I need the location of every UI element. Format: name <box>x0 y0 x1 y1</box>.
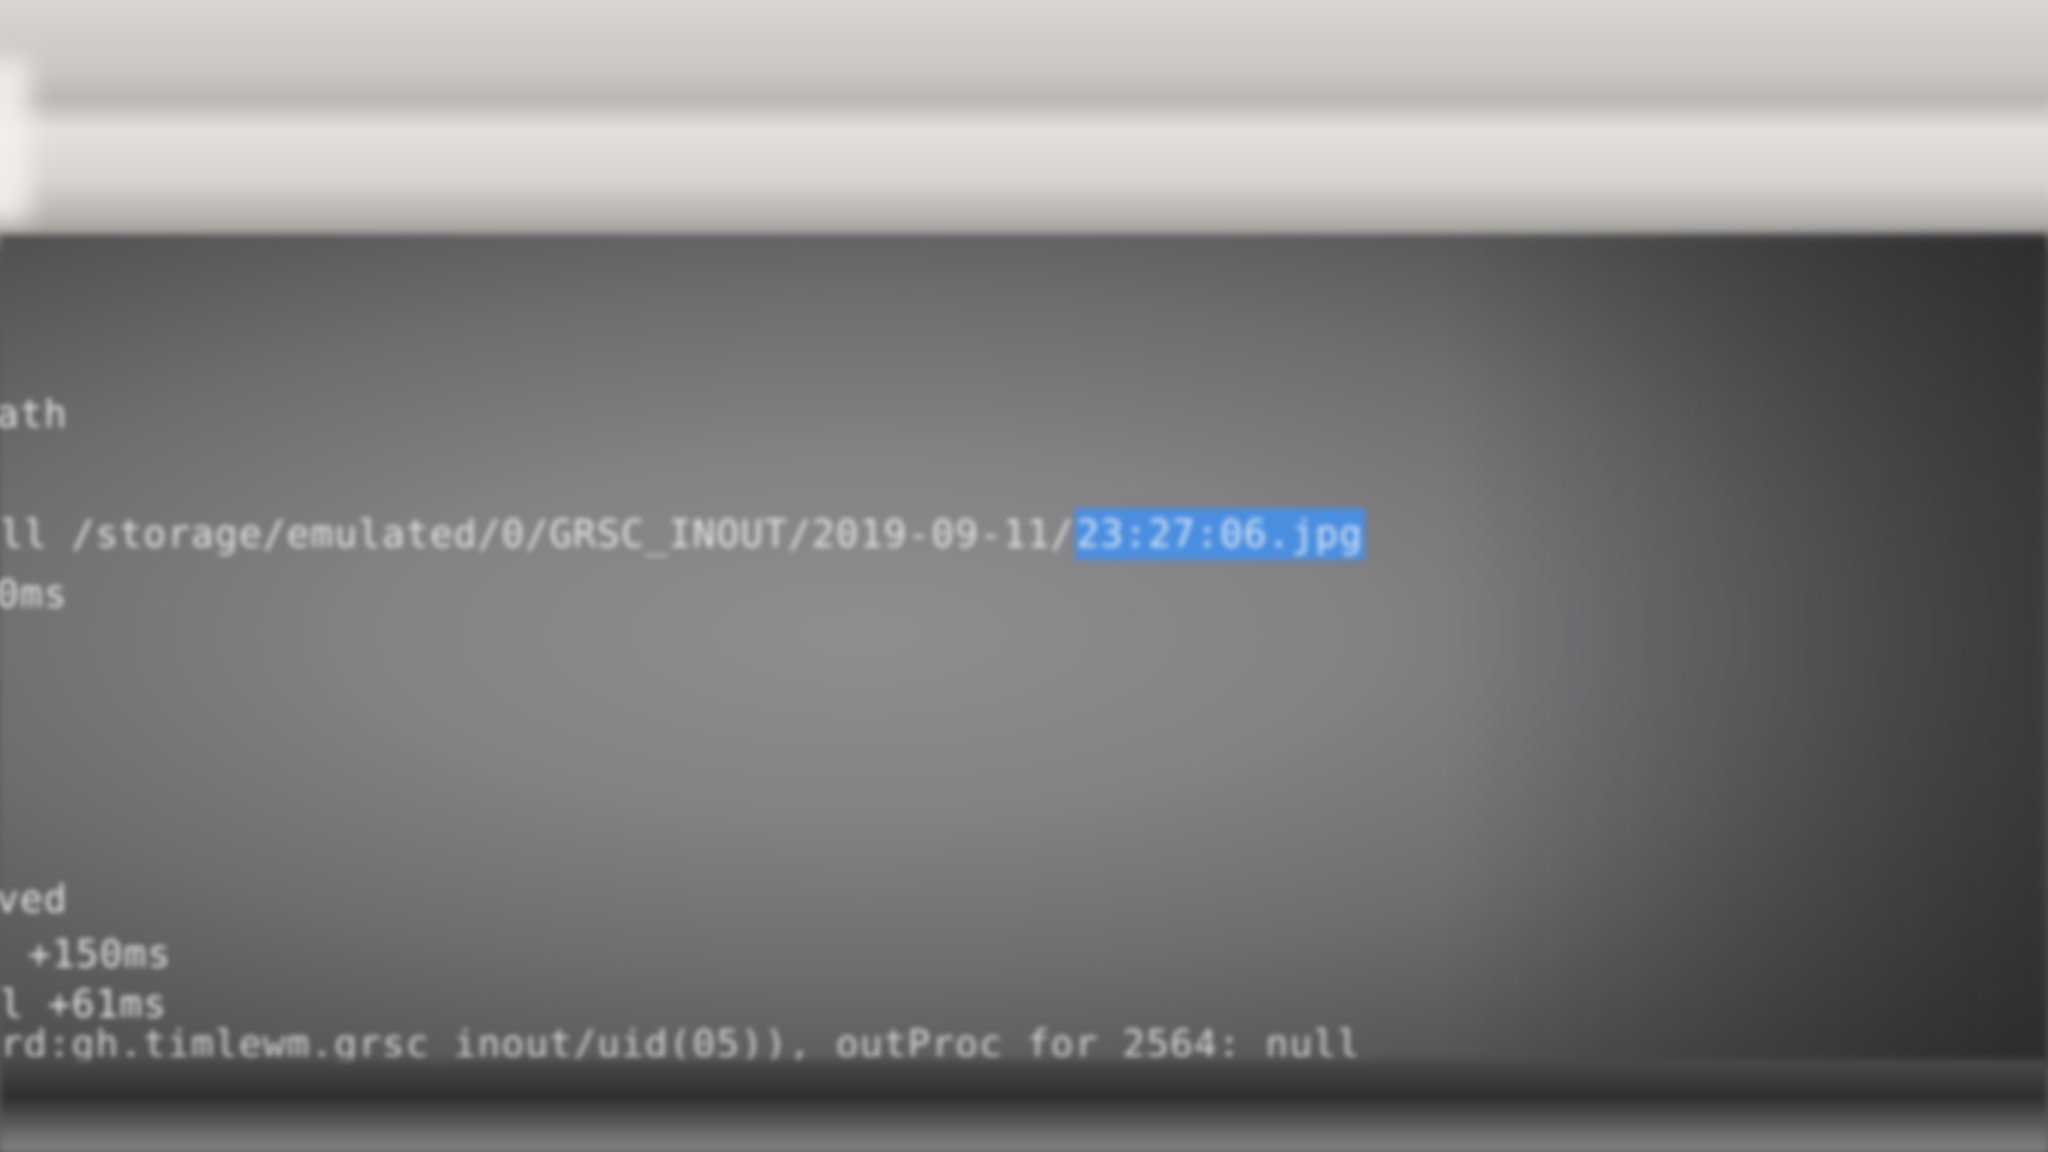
terminal-line: l +61ms <box>0 982 168 1026</box>
monitor-top-bezel <box>0 0 2048 250</box>
selected-filename[interactable]: 23:27:06.jpg <box>1074 508 1366 560</box>
terminal-line: rd:gh.timlewm.grsc_inout/uid(05)), outPr… <box>0 1022 1362 1066</box>
path-text: ll /storage/emulated/0/GRSC_INOUT/2019-0… <box>0 512 1075 556</box>
glare <box>0 60 30 220</box>
terminal-line: +150ms <box>28 932 172 976</box>
monitor-bottom-bezel <box>0 1060 2048 1152</box>
terminal-line: ved <box>0 877 68 921</box>
terminal-line-path[interactable]: ll /storage/emulated/0/GRSC_INOUT/2019-0… <box>0 508 1366 560</box>
screen-shadow <box>1448 235 2048 1065</box>
terminal-line: ath <box>0 392 68 436</box>
photo-of-monitor: ath ll /storage/emulated/0/GRSC_INOUT/20… <box>0 0 2048 1152</box>
terminal-line: 0ms <box>0 572 68 616</box>
